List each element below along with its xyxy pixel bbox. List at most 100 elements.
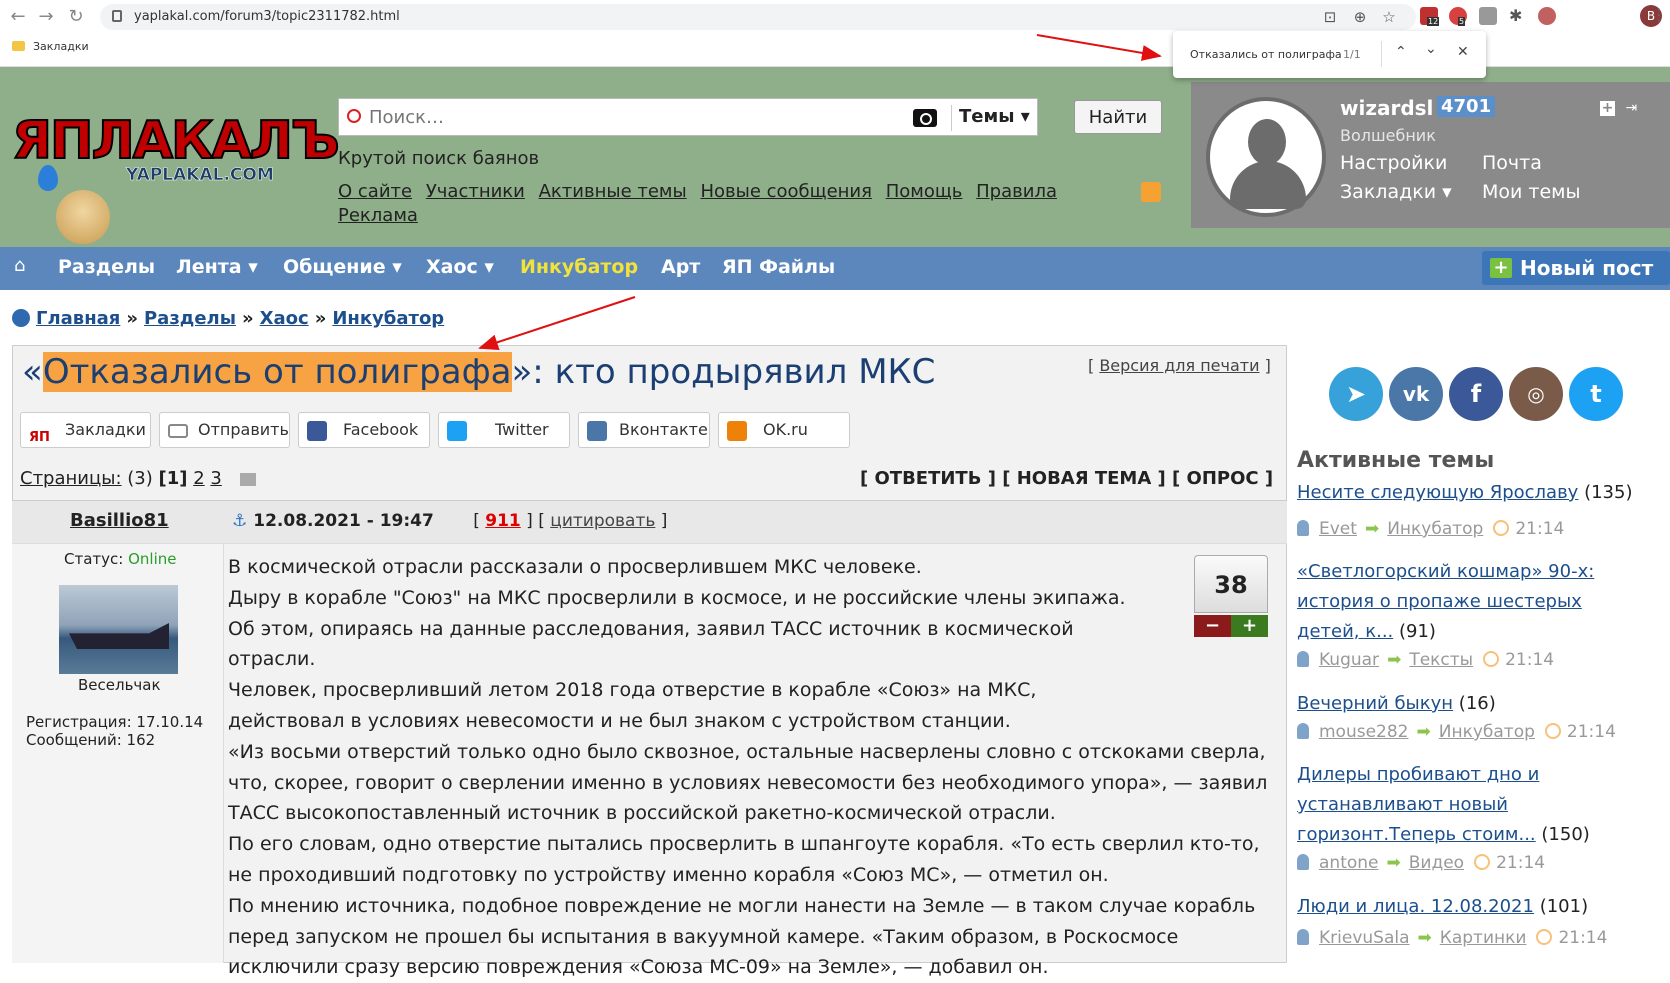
my-topics-link[interactable]: Мои темы	[1482, 181, 1581, 203]
menu-icon[interactable]: ⋮	[1651, 5, 1667, 24]
active-topic-link[interactable]: Люди и лица. 12.08.2021	[1297, 896, 1534, 917]
share-bookmarks-button[interactable]: ЯП Закладки	[20, 412, 151, 448]
find-prev-icon[interactable]: ⌃	[1395, 44, 1407, 60]
page-3[interactable]: 3	[210, 468, 221, 489]
topic-section[interactable]: Тексты	[1409, 650, 1473, 670]
facebook-icon[interactable]: f	[1449, 367, 1503, 421]
nav-sections[interactable]: Разделы	[58, 256, 155, 278]
find-query[interactable]: Отказались от полиграфа	[1190, 48, 1342, 61]
link-active-topics[interactable]: Активные темы	[539, 181, 687, 202]
nav-communication[interactable]: Общение ▾	[283, 256, 402, 278]
instagram-icon[interactable]: ◎	[1509, 367, 1563, 421]
topic-section[interactable]: Инкубатор	[1439, 722, 1535, 742]
nav-files[interactable]: ЯП Файлы	[722, 256, 835, 278]
search-scope-select[interactable]: Темы ▾	[959, 106, 1030, 127]
search-button[interactable]: Найти	[1074, 100, 1162, 134]
find-icon[interactable]: ⊡	[1320, 8, 1340, 26]
share-twitter-button[interactable]: Twitter	[438, 412, 570, 448]
link-members[interactable]: Участники	[426, 181, 525, 202]
share-send-button[interactable]: Отправить	[159, 412, 290, 448]
twitter-icon	[447, 421, 467, 441]
bookmarks-link[interactable]: Закладки ▾	[1340, 181, 1452, 203]
share-facebook-button[interactable]: Facebook	[298, 412, 430, 448]
topic-user[interactable]: mouse282	[1319, 722, 1409, 742]
quote-link[interactable]: цитировать	[550, 511, 655, 531]
author-avatar[interactable]	[59, 585, 178, 674]
bookmarks-bar[interactable]: Закладки	[12, 40, 89, 53]
topic-user[interactable]: KrievuSala	[1319, 928, 1410, 948]
forward-icon[interactable]: →	[36, 7, 56, 27]
share-vk-button[interactable]: Вконтакте	[578, 412, 710, 448]
vote-down-button[interactable]: −	[1194, 615, 1231, 637]
print-link[interactable]: Версия для печати	[1099, 356, 1259, 375]
zoom-icon[interactable]: ⊕	[1350, 8, 1370, 26]
link-help[interactable]: Помощь	[886, 181, 963, 202]
link-rules[interactable]: Правила	[976, 181, 1057, 202]
vk-icon	[587, 421, 607, 441]
crumb-chaos[interactable]: Хаос	[260, 308, 309, 329]
active-topic-link[interactable]: Вечерний быкун	[1297, 693, 1453, 714]
nav-feed[interactable]: Лента ▾	[176, 256, 258, 278]
topic-user[interactable]: antone	[1319, 853, 1379, 873]
topic-section[interactable]: Видео	[1409, 853, 1464, 873]
username[interactable]: wizardsl	[1340, 96, 1433, 120]
subscribe-icon[interactable]	[239, 473, 256, 486]
site-logo[interactable]: ЯПЛАКАЛЪ	[11, 114, 341, 168]
topic-user[interactable]: Evet	[1319, 519, 1357, 539]
add-icon[interactable]: +	[1600, 101, 1615, 116]
nav-chaos[interactable]: Хаос ▾	[426, 256, 494, 278]
rss-icon[interactable]	[1141, 182, 1161, 202]
clock-icon	[1544, 723, 1561, 739]
new-post-button[interactable]: + Новый пост	[1482, 251, 1670, 285]
author-messages: Сообщений: 162	[26, 731, 156, 749]
puzzle-icon[interactable]: ✱	[1509, 7, 1527, 25]
active-topic-link[interactable]: Несите следующую Ярославу	[1297, 482, 1578, 503]
crumb-incubator[interactable]: Инкубатор	[332, 308, 444, 329]
author-status: Статус: Online	[64, 550, 177, 568]
crumb-home[interactable]: Главная	[36, 308, 120, 329]
extension-icon[interactable]	[1538, 7, 1556, 25]
share-ok-button[interactable]: OK.ru	[718, 412, 850, 448]
link-new-messages[interactable]: Новые сообщения	[700, 181, 872, 202]
reply-button[interactable]: [ ОТВЕТИТЬ ]	[860, 468, 996, 489]
mail-link[interactable]: Почта	[1482, 152, 1542, 174]
poll-button[interactable]: [ ОПРОС ]	[1172, 468, 1273, 489]
page-2[interactable]: 2	[193, 468, 204, 489]
logout-icon[interactable]: ⇥	[1625, 100, 1637, 116]
back-icon[interactable]: ←	[8, 7, 28, 27]
user-avatar[interactable]	[1206, 97, 1326, 217]
find-next-icon[interactable]: ⌄	[1425, 41, 1437, 57]
vote-up-button[interactable]: +	[1231, 615, 1268, 637]
active-topic-link[interactable]: Дилеры пробивают дно и устанавливают нов…	[1297, 764, 1539, 845]
pages-label[interactable]: Страницы:	[20, 468, 122, 489]
link-ads[interactable]: Реклама	[338, 205, 418, 226]
nav-incubator[interactable]: Инкубатор	[520, 256, 638, 278]
post-paragraph: Дыру в корабле "Союз" на МКС просверлили…	[228, 586, 1126, 671]
vk-icon[interactable]: vk	[1389, 367, 1443, 421]
topic-section[interactable]: Картинки	[1440, 928, 1527, 948]
nav-art[interactable]: Арт	[661, 256, 700, 278]
post-author[interactable]: Basillio81	[70, 510, 169, 531]
address-bar[interactable]: yaplakal.com/forum3/topic2311782.html ⊡ …	[100, 4, 1416, 30]
crumb-sections[interactable]: Разделы	[144, 308, 236, 329]
reload-icon[interactable]: ↻	[66, 7, 86, 27]
star-icon[interactable]: ☆	[1379, 8, 1399, 26]
post-number[interactable]: 911	[485, 511, 521, 531]
new-topic-button[interactable]: [ НОВАЯ ТЕМА ]	[1002, 468, 1166, 489]
screenshot-icon[interactable]	[1479, 7, 1497, 25]
twitter-icon[interactable]: t	[1569, 367, 1623, 421]
settings-link[interactable]: Настройки	[1340, 152, 1447, 174]
link-about[interactable]: О сайте	[338, 181, 412, 202]
search-input[interactable]	[369, 105, 929, 129]
search-box: Темы ▾	[338, 98, 1038, 136]
topic-user[interactable]: Kuguar	[1319, 650, 1379, 670]
divider	[1381, 41, 1382, 67]
find-close-icon[interactable]: ✕	[1457, 44, 1469, 60]
print-version: [ Версия для печати ]	[1088, 356, 1271, 375]
anchor-icon[interactable]: ⚓	[232, 511, 247, 531]
topic-section[interactable]: Инкубатор	[1387, 519, 1483, 539]
camera-icon[interactable]	[913, 109, 937, 127]
active-topic-link[interactable]: «Светлогорский кошмар» 90-х: история о п…	[1297, 561, 1594, 642]
home-icon[interactable]: ⌂	[14, 257, 32, 275]
telegram-icon[interactable]: ➤	[1329, 367, 1383, 421]
